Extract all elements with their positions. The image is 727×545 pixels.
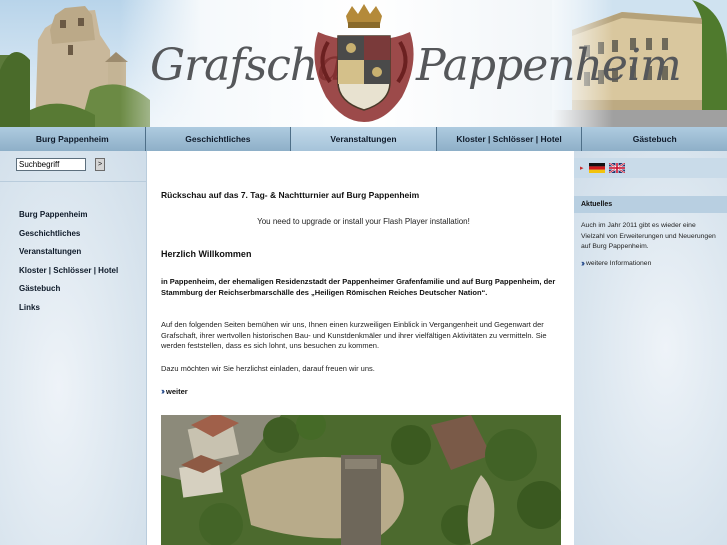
sidebar-item-veranstaltungen[interactable]: Veranstaltungen xyxy=(19,247,118,266)
news-heading: Aktuelles xyxy=(574,196,727,213)
nav-item-gaestebuch[interactable]: Gästebuch xyxy=(582,127,727,151)
sidebar-item-geschichtliches[interactable]: Geschichtliches xyxy=(19,229,118,248)
aerial-castle-photo xyxy=(161,415,561,545)
flash-notice: You need to upgrade or install your Flas… xyxy=(257,217,470,226)
more-info-link[interactable]: ›› weitere Informationen xyxy=(581,258,651,268)
arrow-right-icon: ▸ xyxy=(580,165,584,172)
main-content: Rückschau auf das 7. Tag- & Nachtturnier… xyxy=(146,151,576,545)
sidebar-menu: Burg Pappenheim Geschichtliches Veransta… xyxy=(19,210,118,321)
logo-text-right: Pappenheim xyxy=(416,40,682,91)
language-selector: ▸ xyxy=(574,158,727,178)
intro-text: in Pappenheim, der ehemaligen Residenzst… xyxy=(161,277,556,297)
description-paragraph: Auf den folgenden Seiten bemühen wir uns… xyxy=(161,320,547,350)
invitation-text: Dazu möchten wir Sie herzlichst einladen… xyxy=(161,364,375,373)
more-link[interactable]: ›› weiter xyxy=(161,386,188,396)
right-sidebar: ▸ Aktuelles Auch im Jahr 2011 gibt es wi… xyxy=(574,151,727,545)
more-link-label: weiter xyxy=(166,386,188,396)
search-button[interactable]: > xyxy=(95,158,105,171)
german-flag-icon[interactable] xyxy=(589,163,605,173)
nav-item-kloster-schloesser-hotel[interactable]: Kloster | Schlösser | Hotel xyxy=(436,127,583,151)
sidebar-divider xyxy=(0,181,146,182)
sidebar-item-links[interactable]: Links xyxy=(19,303,118,322)
news-text: Auch im Jahr 2011 gibt es wieder eine Vi… xyxy=(581,222,716,250)
page-title: Rückschau auf das 7. Tag- & Nachtturnier… xyxy=(161,190,420,200)
coat-of-arms-icon xyxy=(308,2,420,124)
sidebar-item-burg-pappenheim[interactable]: Burg Pappenheim xyxy=(19,210,118,229)
header-banner: Grafschaft Pappenheim xyxy=(0,0,727,127)
more-info-label: weitere Informationen xyxy=(586,259,652,267)
sidebar-item-gaestebuch[interactable]: Gästebuch xyxy=(19,284,118,303)
double-chevron-right-icon: ›› xyxy=(581,258,585,268)
main-navigation: Burg Pappenheim Geschichtliches Veransta… xyxy=(0,127,727,151)
nav-item-burg-pappenheim[interactable]: Burg Pappenheim xyxy=(0,127,146,151)
nav-item-geschichtliches[interactable]: Geschichtliches xyxy=(145,127,292,151)
double-chevron-right-icon: ›› xyxy=(161,386,165,396)
british-flag-icon[interactable] xyxy=(609,163,625,173)
search-input[interactable]: Suchbegriff xyxy=(16,158,86,171)
welcome-heading: Herzlich Willkommen xyxy=(161,249,252,259)
left-sidebar: Suchbegriff > Burg Pappenheim Geschichtl… xyxy=(0,151,146,545)
nav-item-veranstaltungen[interactable]: Veranstaltungen xyxy=(291,127,437,151)
sidebar-item-kloster-schloesser-hotel[interactable]: Kloster | Schlösser | Hotel xyxy=(19,266,118,285)
